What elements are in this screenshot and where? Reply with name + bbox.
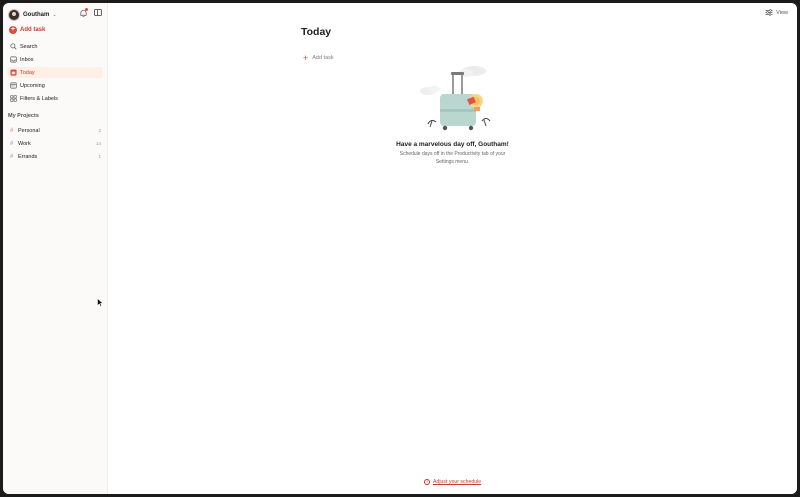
- adjust-schedule-label: Adjust your schedule: [433, 479, 482, 485]
- plus-icon: +: [303, 53, 309, 63]
- chevron-down-icon: ⌄: [52, 12, 57, 18]
- sidebar-item-today[interactable]: Today: [7, 67, 103, 78]
- app-window: Goutham ⌄ + Add task Search Inbox Today …: [3, 3, 797, 494]
- filters-icon: [10, 95, 17, 102]
- sidebar-item-label: Today: [20, 69, 35, 76]
- project-label: Personal: [18, 127, 40, 134]
- main-content: View Today + Add task Have a marvelous d…: [108, 3, 797, 494]
- project-item-errands[interactable]: # Errands 1: [7, 151, 103, 162]
- empty-state-subtitle: Schedule days off in the Productivity ta…: [399, 151, 506, 165]
- project-item-work[interactable]: # Work 14: [7, 138, 103, 149]
- hash-icon: #: [10, 127, 14, 134]
- notification-dot: [85, 8, 88, 11]
- sidebar-toggle-icon[interactable]: [94, 9, 102, 16]
- project-label: Errands: [18, 153, 38, 160]
- search-icon: [10, 43, 17, 50]
- help-icon: ?: [424, 479, 430, 485]
- inbox-icon: [10, 56, 17, 63]
- adjust-schedule-link[interactable]: ? Adjust your schedule: [424, 479, 481, 485]
- sidebar-item-label: Search: [20, 43, 38, 50]
- add-task-button[interactable]: + Add task: [9, 25, 45, 35]
- add-task-inline-button[interactable]: + Add task: [303, 53, 334, 63]
- view-button[interactable]: View: [765, 9, 788, 16]
- add-task-label: Add task: [20, 27, 46, 33]
- calendar-upcoming-icon: [10, 82, 17, 89]
- sidebar: Goutham ⌄ + Add task Search Inbox Today …: [3, 3, 108, 494]
- hash-icon: #: [10, 140, 14, 147]
- calendar-today-icon: [10, 69, 17, 76]
- mouse-cursor-icon: [97, 298, 104, 307]
- suitcase-illustration: [420, 66, 491, 131]
- sidebar-item-label: Inbox: [20, 56, 34, 63]
- project-count: 14: [95, 141, 101, 146]
- sidebar-item-inbox[interactable]: Inbox: [7, 54, 103, 65]
- projects-heading[interactable]: My Projects: [8, 113, 39, 119]
- sidebar-item-label: Filters & Labels: [20, 95, 58, 102]
- project-label: Work: [18, 140, 31, 147]
- view-label: View: [776, 9, 788, 16]
- account-switcher[interactable]: Goutham ⌄: [8, 8, 57, 22]
- sidebar-item-label: Upcoming: [20, 82, 45, 89]
- sliders-icon: [765, 9, 773, 16]
- hash-icon: #: [10, 153, 14, 160]
- plus-icon: +: [9, 26, 17, 34]
- avatar: [8, 9, 20, 21]
- add-task-inline-label: Add task: [312, 55, 334, 61]
- account-name: Goutham: [23, 12, 50, 18]
- sidebar-item-upcoming[interactable]: Upcoming: [7, 80, 103, 91]
- project-count: 1: [98, 154, 101, 159]
- page-title: Today: [301, 26, 332, 38]
- empty-state-title: Have a marvelous day off, Goutham!: [396, 141, 509, 148]
- project-item-personal[interactable]: # Personal 2: [7, 125, 103, 136]
- sidebar-item-filters-labels[interactable]: Filters & Labels: [7, 93, 103, 104]
- sidebar-item-search[interactable]: Search: [7, 41, 103, 52]
- project-count: 2: [98, 128, 101, 133]
